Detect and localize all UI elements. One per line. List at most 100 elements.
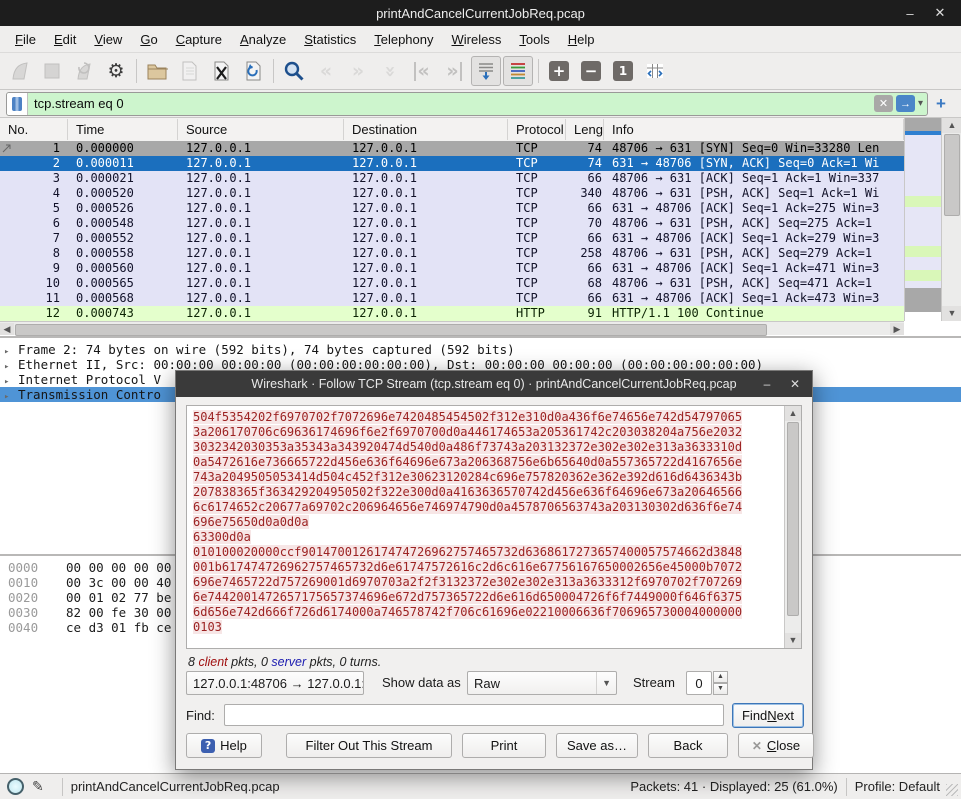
close-button[interactable]: ✕ — [925, 0, 955, 26]
print-button[interactable]: Print — [462, 733, 546, 758]
close-file-icon[interactable] — [206, 56, 236, 86]
scroll-up-icon[interactable]: ▲ — [785, 406, 801, 421]
expand-triangle-icon[interactable]: ▸ — [4, 345, 18, 357]
zoom-normal-icon[interactable]: 1 — [608, 56, 638, 86]
find-label: Find: — [186, 708, 215, 723]
filter-out-stream-button[interactable]: Filter Out This Stream — [286, 733, 452, 758]
first-packet-icon[interactable]: « — [407, 56, 437, 86]
filter-bookmark-icon[interactable] — [7, 93, 28, 115]
stop-capture-icon[interactable] — [37, 56, 67, 86]
dialog-minimize-button[interactable]: – — [754, 371, 780, 397]
packet-list-hscrollbar[interactable]: ◀ ▶ — [0, 321, 904, 335]
stream-number-spinner[interactable]: 0 — [686, 671, 712, 695]
menu-edit[interactable]: Edit — [45, 28, 85, 51]
find-next-button[interactable]: Find Next — [732, 703, 804, 728]
packet-row-9[interactable]: 90.000560127.0.0.1127.0.0.1TCP66631 → 48… — [0, 261, 904, 276]
scroll-down-icon[interactable]: ▼ — [785, 633, 801, 648]
reload-file-icon[interactable] — [238, 56, 268, 86]
save-file-icon[interactable] — [174, 56, 204, 86]
detail-text: Internet Protocol V — [18, 372, 161, 387]
packet-row-11[interactable]: 110.000568127.0.0.1127.0.0.1TCP66631 → 4… — [0, 291, 904, 306]
direction-select[interactable]: 127.0.0.1:48706 → 127.0.0.1:6 ▼ — [186, 671, 364, 695]
stream-statistics: 8 client pkts, 0 server pkts, 0 turns. — [188, 655, 381, 669]
capture-comment-icon[interactable]: ✎ — [32, 778, 44, 795]
restart-capture-icon[interactable] — [69, 56, 99, 86]
statusbar-profile[interactable]: Profile: Default — [855, 779, 940, 794]
packet-list-minimap[interactable] — [904, 118, 941, 321]
scroll-thumb[interactable] — [15, 324, 767, 336]
menu-file[interactable]: File — [6, 28, 45, 51]
zoom-out-icon[interactable]: − — [576, 56, 606, 86]
go-back-icon[interactable]: « — [311, 56, 341, 86]
menu-go[interactable]: Go — [131, 28, 166, 51]
save-as-button[interactable]: Save as… — [556, 733, 638, 758]
stream-text[interactable]: 504f5354202f6970702f7072696e742048545450… — [187, 406, 785, 648]
back-button[interactable]: Back — [648, 733, 728, 758]
packet-row-4[interactable]: 40.000520127.0.0.1127.0.0.1TCP34048706 →… — [0, 186, 904, 201]
find-packet-icon[interactable] — [279, 56, 309, 86]
column-header-info[interactable]: Info — [604, 119, 904, 140]
packet-row-12[interactable]: 120.000743127.0.0.1127.0.0.1HTTP91HTTP/1… — [0, 306, 904, 321]
colorize-icon[interactable] — [503, 56, 533, 86]
packet-row-7[interactable]: 70.000552127.0.0.1127.0.0.1TCP66631 → 48… — [0, 231, 904, 246]
column-header-destination[interactable]: Destination — [344, 119, 508, 140]
spinner-up-icon[interactable]: ▲ — [713, 671, 728, 683]
packet-row-10[interactable]: 100.000565127.0.0.1127.0.0.1TCP6848706 →… — [0, 276, 904, 291]
auto-scroll-icon[interactable] — [471, 56, 501, 86]
minimize-button[interactable]: – — [895, 0, 925, 26]
column-header-no[interactable]: No. — [0, 119, 68, 140]
display-filter-input[interactable]: tcp.stream eq 0 — [28, 96, 874, 111]
scroll-left-icon[interactable]: ◀ — [0, 323, 14, 335]
resize-grip[interactable] — [946, 784, 958, 796]
packet-row-8[interactable]: 80.000558127.0.0.1127.0.0.1TCP25848706 →… — [0, 246, 904, 261]
column-header-time[interactable]: Time — [68, 119, 178, 140]
dialog-close-button[interactable]: ✕ — [782, 371, 808, 397]
scroll-down-icon[interactable]: ▼ — [942, 306, 961, 321]
menu-view[interactable]: View — [85, 28, 131, 51]
menu-statistics[interactable]: Statistics — [295, 28, 365, 51]
help-button[interactable]: ?Help — [186, 733, 262, 758]
menu-wireless[interactable]: Wireless — [443, 28, 511, 51]
packet-row-5[interactable]: 50.000526127.0.0.1127.0.0.1TCP66631 → 48… — [0, 201, 904, 216]
start-capture-icon[interactable] — [5, 56, 35, 86]
scroll-thumb[interactable] — [944, 134, 960, 216]
expert-info-icon[interactable] — [7, 778, 24, 795]
scroll-thumb[interactable] — [787, 422, 799, 616]
column-header-source[interactable]: Source — [178, 119, 344, 140]
column-header-protocol[interactable]: Protocol — [508, 119, 566, 140]
resize-columns-icon[interactable] — [640, 56, 670, 86]
detail-row-0[interactable]: ▸Frame 2: 74 bytes on wire (592 bits), 7… — [0, 342, 961, 357]
menu-analyze[interactable]: Analyze — [231, 28, 295, 51]
menu-help[interactable]: Help — [559, 28, 604, 51]
stream-vscrollbar[interactable]: ▲ ▼ — [784, 406, 801, 648]
filter-dropdown-icon[interactable]: ▾ — [918, 98, 923, 109]
column-header-length[interactable]: Length — [566, 119, 604, 140]
packet-list-header: No.TimeSourceDestinationProtocolLengthIn… — [0, 118, 904, 142]
close-button[interactable]: ✕Close — [738, 733, 814, 758]
open-file-icon[interactable] — [142, 56, 172, 86]
capture-options-icon[interactable]: ⚙ — [101, 56, 131, 86]
expand-triangle-icon[interactable]: ▸ — [4, 390, 18, 402]
zoom-in-icon[interactable]: + — [544, 56, 574, 86]
packet-row-3[interactable]: 30.000021127.0.0.1127.0.0.1TCP6648706 → … — [0, 171, 904, 186]
menu-telephony[interactable]: Telephony — [365, 28, 442, 51]
go-forward-icon[interactable]: » — [343, 56, 373, 86]
packet-row-1[interactable]: 10.000000127.0.0.1127.0.0.1TCP7448706 → … — [0, 141, 904, 156]
filter-clear-icon[interactable]: ✕ — [874, 95, 893, 112]
filter-apply-icon[interactable]: → — [896, 95, 915, 112]
expand-triangle-icon[interactable]: ▸ — [4, 375, 18, 387]
packet-row-6[interactable]: 60.000548127.0.0.1127.0.0.1TCP7048706 → … — [0, 216, 904, 231]
find-input[interactable] — [224, 704, 724, 726]
filter-add-button[interactable]: + — [936, 94, 946, 114]
go-to-packet-icon[interactable]: » — [375, 56, 405, 86]
spinner-down-icon[interactable]: ▼ — [713, 683, 728, 695]
expand-triangle-icon[interactable]: ▸ — [4, 360, 18, 372]
packet-list-vscrollbar[interactable]: ▲ ▼ — [941, 118, 961, 321]
menu-tools[interactable]: Tools — [510, 28, 558, 51]
scroll-up-icon[interactable]: ▲ — [942, 118, 961, 133]
last-packet-icon[interactable]: » — [439, 56, 469, 86]
show-data-as-select[interactable]: Raw ▼ — [467, 671, 617, 695]
scroll-right-icon[interactable]: ▶ — [890, 323, 904, 335]
menu-capture[interactable]: Capture — [167, 28, 231, 51]
packet-row-2[interactable]: 20.000011127.0.0.1127.0.0.1TCP74631 → 48… — [0, 156, 904, 171]
